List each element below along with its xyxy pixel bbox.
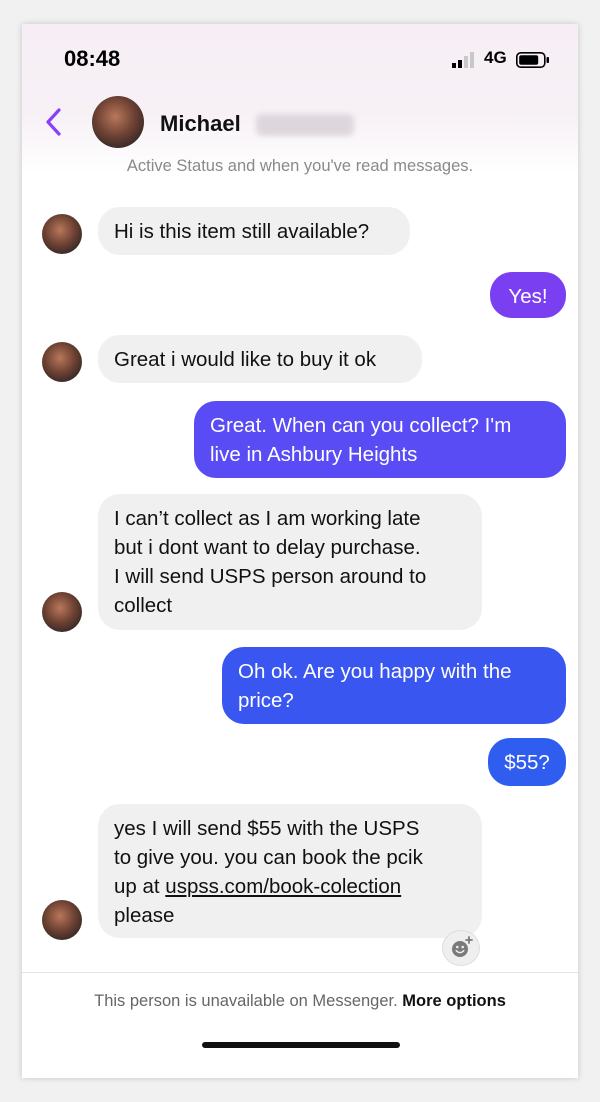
add-reaction-button[interactable] bbox=[442, 930, 480, 966]
back-arrow-icon[interactable] bbox=[42, 106, 66, 138]
message-link[interactable]: uspss.com/book-colection bbox=[165, 875, 401, 898]
incoming-message[interactable]: yes I will send $55 with the USPS to giv… bbox=[98, 804, 482, 938]
status-time: 08:48 bbox=[64, 46, 121, 71]
message-text: please bbox=[114, 904, 175, 927]
sender-avatar bbox=[42, 592, 82, 632]
redacted-surname bbox=[256, 114, 354, 136]
incoming-message[interactable]: Great i would like to buy it ok bbox=[98, 335, 422, 383]
outgoing-message[interactable]: $55? bbox=[488, 738, 566, 786]
signal-icon bbox=[452, 52, 474, 68]
status-bar: 08:48 4G bbox=[22, 24, 578, 94]
incoming-message[interactable]: Hi is this item still available? bbox=[98, 207, 410, 255]
contact-avatar[interactable] bbox=[92, 96, 144, 148]
active-status-note: Active Status and when you've read messa… bbox=[126, 157, 474, 175]
phone-screen: 08:48 4G Michael Active Status and when … bbox=[22, 24, 578, 1078]
battery-icon bbox=[516, 52, 549, 68]
footer-divider bbox=[22, 972, 578, 973]
more-options-link[interactable]: More options bbox=[402, 992, 506, 1010]
incoming-message[interactable]: I can’t collect as I am working late but… bbox=[98, 494, 482, 630]
sender-avatar bbox=[42, 900, 82, 940]
contact-name[interactable]: Michael bbox=[160, 111, 241, 137]
sender-avatar bbox=[42, 342, 82, 382]
unavailable-notice: This person is unavailable on Messenger.… bbox=[22, 992, 578, 1011]
add-reaction-icon bbox=[452, 936, 473, 957]
sender-avatar bbox=[42, 214, 82, 254]
network-label: 4G bbox=[484, 48, 507, 67]
outgoing-message[interactable]: Great. When can you collect? I'm live in… bbox=[194, 401, 566, 478]
outgoing-message[interactable]: Oh ok. Are you happy with the price? bbox=[222, 647, 566, 724]
conversation-header: Michael bbox=[22, 94, 578, 154]
outgoing-message[interactable]: Yes! bbox=[490, 272, 566, 318]
unavailable-text: This person is unavailable on Messenger. bbox=[94, 992, 398, 1010]
home-indicator[interactable] bbox=[202, 1042, 400, 1048]
